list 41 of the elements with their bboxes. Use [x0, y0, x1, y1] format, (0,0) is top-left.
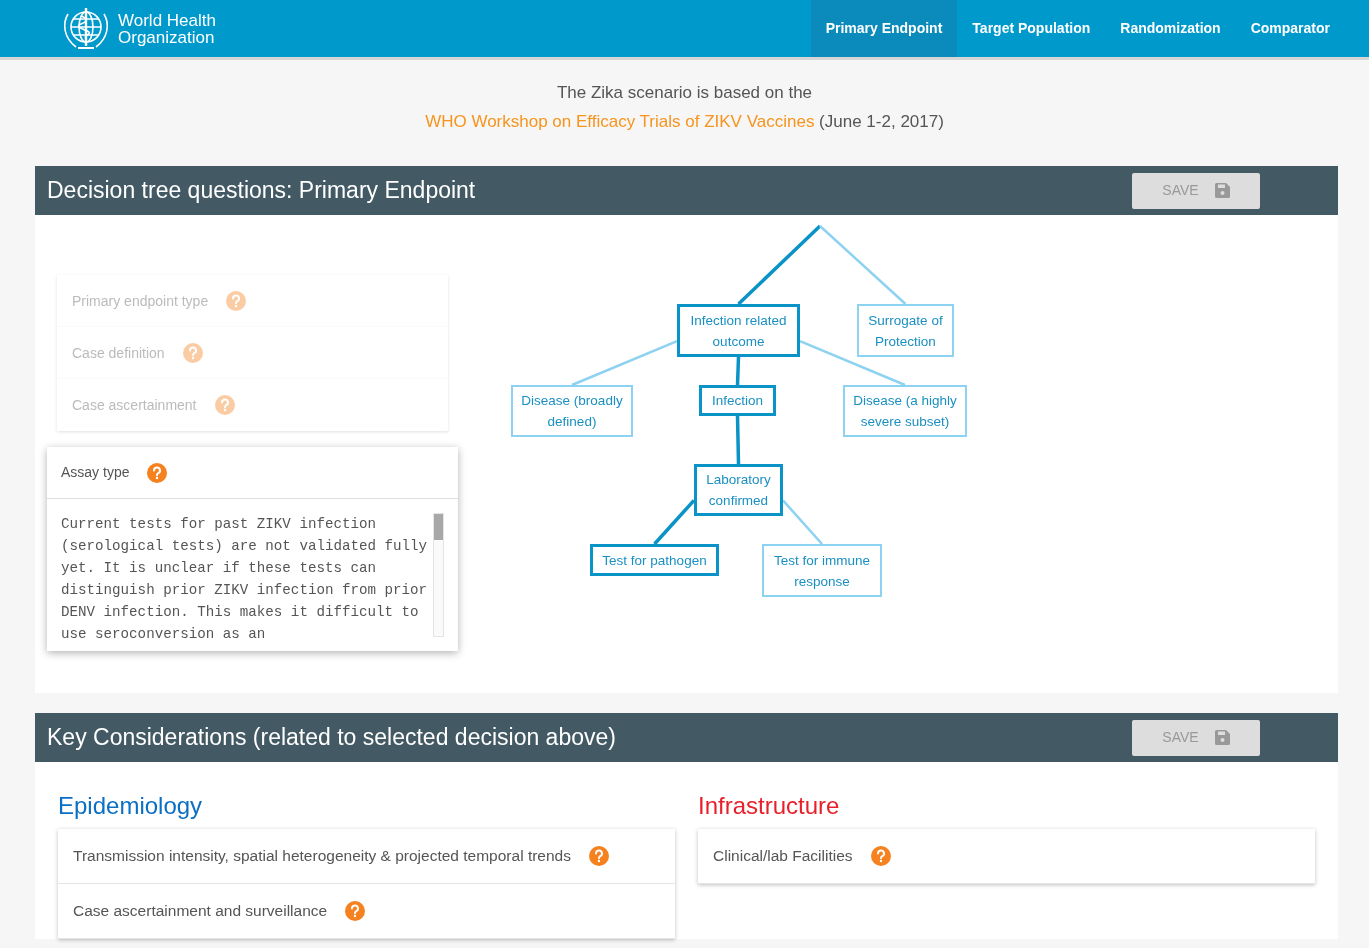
save-button[interactable]: SAVE [1132, 172, 1260, 209]
nav-tab[interactable]: Comparator [1235, 0, 1345, 57]
nav-tab[interactable]: Target Population [957, 0, 1106, 57]
panel-title: Decision tree questions: Primary Endpoint [47, 176, 476, 205]
consideration-label[interactable]: Clinical/lab Facilities [713, 844, 853, 868]
tree-edge [735, 415, 741, 465]
question-label[interactable]: Assay type [61, 462, 130, 483]
help-icon[interactable] [147, 462, 168, 483]
nav-tab[interactable]: Randomization [1105, 0, 1236, 57]
tree-edge [653, 499, 696, 546]
help-icon[interactable] [345, 900, 366, 921]
category-heading: Infrastructure [698, 792, 841, 821]
tree-node[interactable]: Infection [699, 385, 776, 416]
nav-tab[interactable]: Primary Endpoint [810, 0, 958, 57]
help-icon[interactable] [588, 845, 609, 866]
consideration-label[interactable]: Case ascertainment and surveillance [73, 899, 328, 923]
panel-title: Key Considerations (related to selected decision above) [47, 723, 616, 752]
tree-edge [782, 499, 823, 545]
brand-name[interactable]: World Health Organization [118, 11, 224, 46]
help-icon[interactable] [870, 845, 891, 866]
scrollbar[interactable] [433, 513, 444, 637]
tree-node[interactable]: Test for pathogen [590, 544, 719, 576]
save-button[interactable]: SAVE [1132, 719, 1260, 756]
intro-text: The Zika scenario is based on the WHO Workshop on Efficacy Trials of ZIKV Vaccines (June 1-2, 2017) [424, 82, 945, 133]
help-icon[interactable] [226, 291, 247, 311]
question-item[interactable]: Primary endpoint type [57, 275, 448, 327]
consideration-label[interactable]: Transmission intensity, spatial heterogeneity & projected temporal trends [73, 844, 571, 868]
tree-node[interactable]: Disease (broadly defined) [511, 385, 633, 437]
tree-node[interactable]: Disease (a highly severe subset) [843, 385, 967, 437]
help-icon[interactable] [214, 395, 235, 415]
workshop-link[interactable]: WHO Workshop on Efficacy Trials of ZIKV Vaccines [425, 112, 815, 131]
tree-node[interactable]: Laboratory confirmed [694, 464, 783, 516]
category-heading: Epidemiology [58, 792, 204, 821]
help-icon[interactable] [182, 343, 203, 363]
tree-node[interactable]: Test for immune response [762, 544, 882, 597]
tree-edge [735, 356, 741, 386]
tree-node[interactable]: Infection related outcome [677, 304, 800, 357]
question-item[interactable]: Case ascertainment [57, 379, 448, 431]
question-item[interactable]: Case definition [57, 327, 448, 379]
explanation-text: Current tests for past ZIKV infection (serological tests) are not validated fully yet. It is unclear if these tests can distinguish prior ZIKV infection from prior DENV infection. This makes it difficult to use seroconversion as an [61, 515, 429, 644]
tree-node[interactable]: Surrogate of Protection [857, 304, 954, 357]
